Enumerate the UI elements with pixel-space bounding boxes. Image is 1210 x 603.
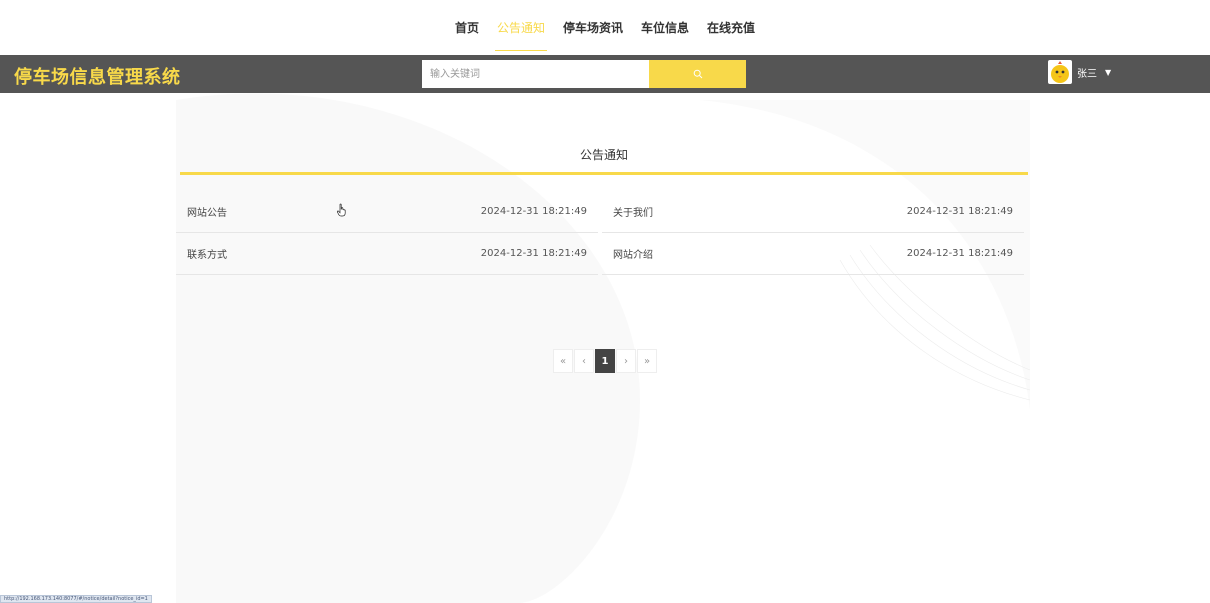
site-logo[interactable]: 停车场信息管理系统 [14,63,181,89]
prev-page-button[interactable]: ‹ [574,349,594,373]
search-button[interactable] [649,60,746,88]
hand-cursor-icon [336,203,346,217]
nav-online-recharge[interactable]: 在线充值 [707,20,755,53]
avatar [1048,60,1072,84]
search-input[interactable] [422,60,649,88]
avatar-chick-icon [1048,60,1072,84]
pagination: « ‹ 1 › » [553,349,658,373]
next-page-button[interactable]: › [616,349,636,373]
notice-title: 关于我们 [613,208,653,219]
nav-parking-news[interactable]: 停车场资讯 [563,20,623,53]
notice-list-section: 公告通知 网站公告 2024-12-31 18:21:49 关于我们 2024-… [176,93,1032,373]
header-bar: 停车场信息管理系统 张三 ▼ [0,55,1210,93]
title-underline [180,172,1028,175]
top-navigation: 首页 公告通知 停车场资讯 车位信息 在线充值 [0,0,1210,55]
notice-title: 联系方式 [187,250,227,261]
search-icon [693,69,702,79]
search-box [422,60,746,88]
notice-date: 2024-12-31 18:21:49 [480,206,587,217]
last-page-button[interactable]: » [637,349,657,373]
user-menu[interactable]: 张三 ▼ [1048,60,1111,84]
nav-notices[interactable]: 公告通知 [494,20,548,53]
notice-title: 网站介绍 [613,250,653,261]
list-item[interactable]: 网站公告 2024-12-31 18:21:49 [176,191,598,233]
page-title: 公告通知 [579,148,628,162]
first-page-button[interactable]: « [553,349,573,373]
status-bar-url: http://192.168.173.140:8077/#/notice/det… [0,595,152,603]
notice-title: 网站公告 [187,208,227,219]
current-page-button[interactable]: 1 [595,349,615,373]
notice-date: 2024-12-31 18:21:49 [906,248,1013,259]
nav-parking-spaces[interactable]: 车位信息 [641,20,689,53]
list-item[interactable]: 关于我们 2024-12-31 18:21:49 [602,191,1024,233]
notice-date: 2024-12-31 18:21:49 [906,206,1013,217]
nav-home[interactable]: 首页 [455,20,479,53]
notice-date: 2024-12-31 18:21:49 [480,248,587,259]
chevron-down-icon: ▼ [1105,67,1112,77]
username: 张三 [1077,68,1097,80]
list-item[interactable]: 联系方式 2024-12-31 18:21:49 [176,233,598,275]
list-item[interactable]: 网站介绍 2024-12-31 18:21:49 [602,233,1024,275]
